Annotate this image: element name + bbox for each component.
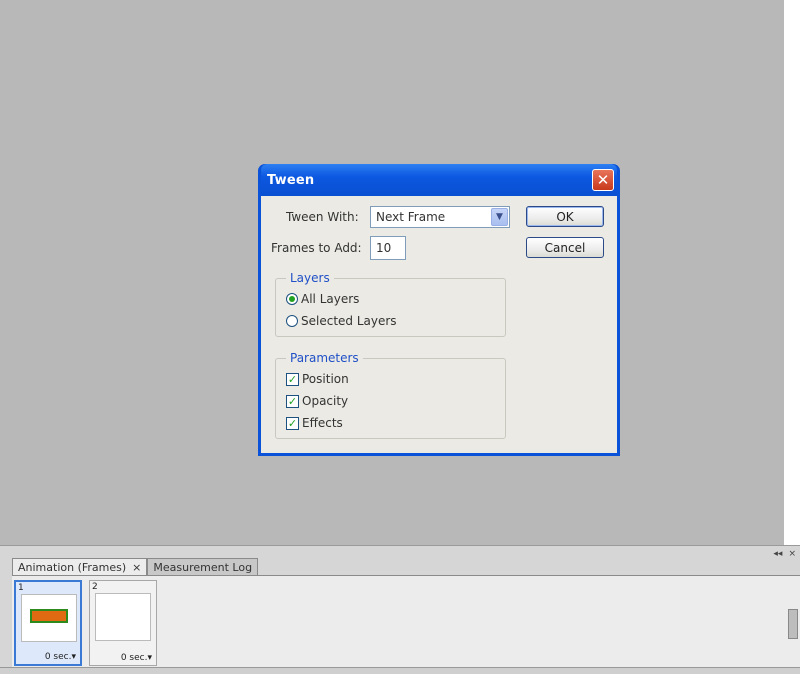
panel-bottom-toolbar — [0, 667, 800, 674]
dialog-body: Tween With: Next Frame ▼ Frames to Add: … — [261, 196, 617, 453]
frame-delay[interactable]: 0 sec.▾ — [121, 653, 152, 663]
checkbox-effects[interactable]: ✓ Effects — [286, 416, 343, 430]
close-icon: ✕ — [596, 170, 610, 189]
panel-close-icon[interactable]: × — [788, 549, 796, 559]
checkbox-opacity[interactable]: ✓ Opacity — [286, 394, 348, 408]
layers-legend: Layers — [286, 271, 334, 285]
frames-to-add-value: 10 — [376, 241, 392, 255]
radio-selected-icon[interactable] — [286, 293, 298, 305]
tab-animation-frames[interactable]: Animation (Frames) × — [12, 558, 148, 575]
layers-group: Layers All Layers Selected Layers — [275, 271, 506, 337]
ok-button[interactable]: OK — [526, 206, 604, 227]
collapse-icon[interactable]: ◂◂ — [773, 549, 782, 559]
tab-measurement-log[interactable]: Measurement Log — [147, 558, 259, 575]
frames-area: 1 0 sec.▾ 2 0 sec.▾ — [12, 575, 800, 667]
panel-tabs: Animation (Frames) × Measurement Log — [12, 558, 259, 575]
parameters-legend: Parameters — [286, 351, 363, 365]
tween-with-value: Next Frame — [376, 210, 446, 224]
tab-animation-label: Animation (Frames) — [18, 560, 127, 574]
tween-with-select[interactable]: Next Frame ▼ — [370, 206, 510, 228]
cancel-button[interactable]: Cancel — [526, 237, 604, 258]
frame-delay[interactable]: 0 sec.▾ — [45, 652, 76, 662]
frame-thumbnail — [95, 593, 151, 641]
checkbox-position-label: Position — [302, 372, 349, 386]
radio-all-layers-label: All Layers — [301, 292, 360, 306]
frames-to-add-label: Frames to Add: — [271, 241, 362, 255]
radio-selected-layers[interactable]: Selected Layers — [286, 314, 397, 328]
panel-scrollbar[interactable] — [788, 609, 798, 639]
radio-selected-layers-label: Selected Layers — [301, 314, 397, 328]
radio-all-layers[interactable]: All Layers — [286, 292, 359, 306]
radio-unselected-icon[interactable] — [286, 315, 298, 327]
tween-dialog: Tween ✕ Tween With: Next Frame ▼ Frames … — [258, 164, 620, 456]
frame-number: 2 — [92, 582, 98, 592]
checkmark-icon[interactable]: ✓ — [286, 416, 299, 430]
checkmark-icon[interactable]: ✓ — [286, 394, 299, 408]
tab-close-icon[interactable]: × — [132, 561, 141, 574]
chevron-down-icon[interactable]: ▼ — [491, 208, 508, 226]
animation-panel: ◂◂ × Animation (Frames) × Measurement Lo… — [0, 545, 800, 674]
frame-number: 1 — [18, 583, 24, 593]
frames-to-add-input[interactable]: 10 — [370, 236, 406, 260]
frame-thumbnail — [21, 594, 77, 642]
right-strip — [784, 0, 800, 545]
dialog-title: Tween — [267, 172, 315, 188]
panel-controls: ◂◂ × — [773, 549, 796, 559]
checkbox-effects-label: Effects — [302, 416, 343, 430]
tab-measurement-label: Measurement Log — [153, 560, 253, 574]
close-button[interactable]: ✕ — [592, 169, 614, 191]
tween-with-label: Tween With: — [286, 210, 359, 224]
thumbnail-image — [30, 609, 68, 623]
checkbox-position[interactable]: ✓ Position — [286, 372, 349, 386]
checkmark-icon[interactable]: ✓ — [286, 372, 299, 386]
checkbox-opacity-label: Opacity — [302, 394, 349, 408]
frame-2[interactable]: 2 0 sec.▾ — [89, 580, 157, 666]
frame-1[interactable]: 1 0 sec.▾ — [14, 580, 82, 666]
parameters-group: Parameters ✓ Position ✓ Opacity ✓ Effect… — [275, 351, 506, 439]
dialog-titlebar[interactable]: Tween ✕ — [261, 164, 617, 196]
